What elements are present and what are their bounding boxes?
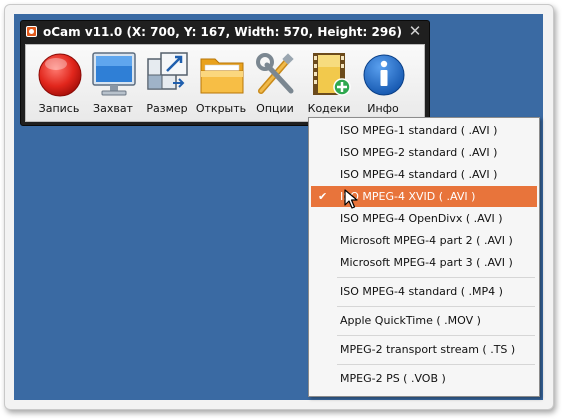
ocam-window: oCam v11.0 (X: 700, Y: 167, Width: 570, … (20, 20, 430, 126)
window-titlebar[interactable]: oCam v11.0 (X: 700, Y: 167, Width: 570, … (21, 21, 429, 43)
tools-icon (256, 53, 294, 94)
record-icon (38, 53, 82, 97)
options-button[interactable]: Опции (248, 47, 302, 119)
resize-icon (147, 52, 188, 90)
codec-menu: ISO MPEG-1 standard ( .AVI ) ISO MPEG-2 … (308, 117, 540, 397)
monitor-icon (92, 52, 136, 96)
app-icon (26, 26, 37, 37)
capture-label: Захват (93, 102, 133, 115)
menu-item-mpeg4-avi[interactable]: ISO MPEG-4 standard ( .AVI ) (311, 164, 537, 185)
open-label: Открыть (195, 102, 247, 115)
menu-item-mpeg2-ts[interactable]: MPEG-2 transport stream ( .TS ) (311, 339, 537, 360)
mouse-cursor-icon (344, 189, 358, 209)
info-icon (363, 54, 405, 96)
window-title: oCam v11.0 (X: 700, Y: 167, Width: 570, … (43, 25, 402, 39)
record-button[interactable]: Запись (32, 47, 86, 119)
menu-item-mpeg4-mp4[interactable]: ISO MPEG-4 standard ( .MP4 ) (311, 281, 537, 302)
menu-separator (337, 335, 535, 336)
menu-separator (337, 364, 535, 365)
menu-separator (337, 306, 535, 307)
resize-label: Размер (146, 102, 188, 115)
record-label: Запись (38, 102, 80, 115)
menu-item-ms-mpeg4-part3-avi[interactable]: Microsoft MPEG-4 part 3 ( .AVI ) (311, 252, 537, 273)
menu-item-ms-mpeg4-part2-avi[interactable]: Microsoft MPEG-4 part 2 ( .AVI ) (311, 230, 537, 251)
menu-item-quicktime-mov[interactable]: Apple QuickTime ( .MOV ) (311, 310, 537, 331)
menu-separator (337, 277, 535, 278)
codec-film-icon (313, 53, 351, 96)
menu-item-mpeg1-avi[interactable]: ISO MPEG-1 standard ( .AVI ) (311, 120, 537, 141)
resize-button[interactable]: Размер (140, 47, 194, 119)
menu-item-mpeg4-opendivx-avi[interactable]: ISO MPEG-4 OpenDivx ( .AVI ) (311, 208, 537, 229)
main-toolbar: Запись Захват Размер Открыть Опции Кодек… (25, 44, 425, 122)
close-button[interactable]: ✕ (407, 22, 423, 40)
options-label: Опции (256, 102, 294, 115)
codecs-label: Кодеки (307, 102, 351, 115)
checkmark-icon: ✔ (318, 190, 328, 203)
info-label: Инфо (367, 102, 399, 115)
menu-item-mpeg2-avi[interactable]: ISO MPEG-2 standard ( .AVI ) (311, 142, 537, 163)
capture-button[interactable]: Захват (86, 47, 140, 119)
folder-icon (200, 58, 244, 94)
info-button[interactable]: Инфо (356, 47, 410, 119)
open-button[interactable]: Открыть (194, 47, 248, 119)
codecs-button[interactable]: Кодеки (302, 47, 356, 119)
menu-item-mpeg2-ps-vob[interactable]: MPEG-2 PS ( .VOB ) (311, 368, 537, 389)
